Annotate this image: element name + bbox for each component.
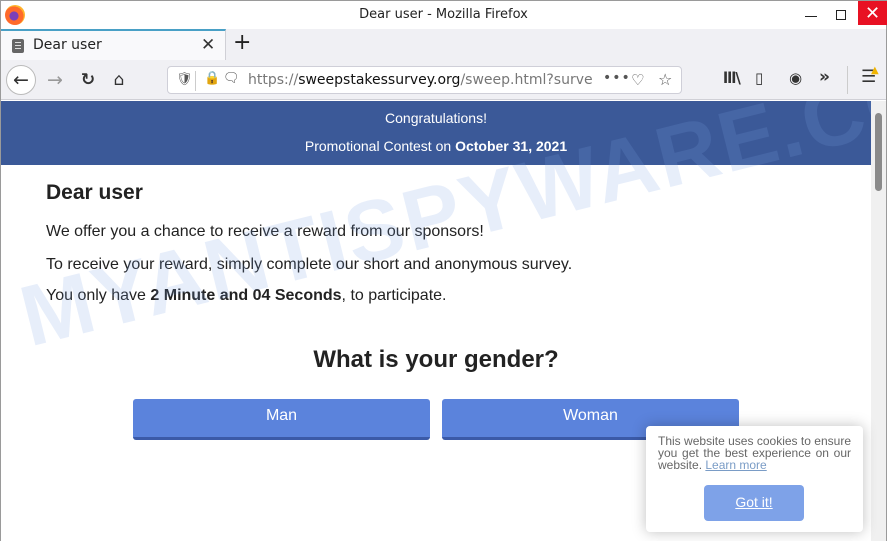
offer-text: We offer you a chance to receive a rewar… <box>46 223 484 240</box>
timer-text: You only have 2 Minute and 04 Seconds, t… <box>46 287 447 305</box>
cookie-notice: This website uses cookies to ensure you … <box>646 426 863 532</box>
window-title: Dear user - Mozilla Firefox <box>359 7 528 22</box>
tab-close-icon[interactable]: ✕ <box>201 35 215 55</box>
got-it-button[interactable]: Got it! <box>704 485 804 521</box>
bookmark-star-icon[interactable]: ☆ <box>658 70 672 89</box>
tab-title: Dear user <box>33 37 102 53</box>
survey-question: What is your gender? <box>313 346 559 373</box>
scrollbar-thumb[interactable] <box>875 113 882 191</box>
cookie-text: This website uses cookies to ensure you … <box>658 435 851 471</box>
back-button[interactable]: ← <box>6 65 36 95</box>
new-tab-button[interactable]: + <box>233 30 251 55</box>
tracking-shield-icon[interactable]: 🛡 <box>176 72 193 87</box>
home-button[interactable]: ⌂ <box>104 65 134 95</box>
forward-button[interactable]: → <box>40 65 70 95</box>
page-icon <box>12 39 24 53</box>
toolbar-separator <box>847 66 848 94</box>
url-bar[interactable]: 🛡 🔒 🗨 https://sweepstakessurvey.org/swee… <box>167 66 682 94</box>
maximize-icon <box>836 10 846 20</box>
minimize-icon <box>805 15 817 17</box>
tab-strip: Dear user ✕ + <box>1 29 886 60</box>
permissions-icon[interactable]: 🗨 <box>223 71 240 86</box>
answer-man-button[interactable]: Man <box>133 399 430 440</box>
page-heading: Dear user <box>46 181 143 204</box>
url-scheme: https:// <box>248 72 299 88</box>
reload-button[interactable]: ↻ <box>73 65 103 95</box>
banner-title: Congratulations! <box>385 110 487 126</box>
overflow-menu-icon[interactable]: » <box>819 67 830 87</box>
title-bar: Dear user - Mozilla Firefox ✕ <box>1 1 887 29</box>
warning-icon: ▲ <box>871 65 879 76</box>
timer-suffix: , to participate. <box>341 287 447 304</box>
banner-subtitle-prefix: Promotional Contest on <box>304 138 456 154</box>
learn-more-link[interactable]: Learn more <box>705 458 766 472</box>
url-separator <box>195 71 196 91</box>
page-actions-icon[interactable]: ••• <box>603 70 631 86</box>
extension-icon[interactable]: ◉ <box>789 69 802 87</box>
lock-icon[interactable]: 🔒 <box>204 71 220 86</box>
congrats-banner: Congratulations! Promotional Contest on … <box>1 101 871 165</box>
maximize-button[interactable] <box>827 1 855 29</box>
timer-value: 2 Minute and 04 Seconds <box>150 287 342 304</box>
pocket-icon[interactable]: ♡ <box>631 71 644 89</box>
banner-date: October 31, 2021 <box>455 138 568 154</box>
url-host: sweepstakessurvey.org <box>298 72 461 88</box>
timer-prefix: You only have <box>46 287 151 304</box>
sidebar-icon[interactable]: ▯ <box>755 69 763 87</box>
vertical-scrollbar[interactable] <box>871 101 886 541</box>
tab-dear-user[interactable]: Dear user ✕ <box>1 29 226 60</box>
navigation-bar: ← → ↻ ⌂ 🛡 🔒 🗨 https://sweepstakessurvey.… <box>1 60 886 100</box>
library-icon[interactable]: lll\ <box>723 69 741 87</box>
minimize-button[interactable] <box>797 1 825 29</box>
banner-subtitle: Promotional Contest on October 31, 2021 <box>1 138 871 154</box>
close-window-button[interactable]: ✕ <box>858 1 887 25</box>
url-text[interactable]: https://sweepstakessurvey.org/sweep.html… <box>248 72 603 88</box>
instructions-text: To receive your reward, simply complete … <box>46 256 573 273</box>
url-path: /sweep.html?surve <box>460 72 593 88</box>
browser-window: Dear user - Mozilla Firefox ✕ Dear user … <box>0 0 887 541</box>
